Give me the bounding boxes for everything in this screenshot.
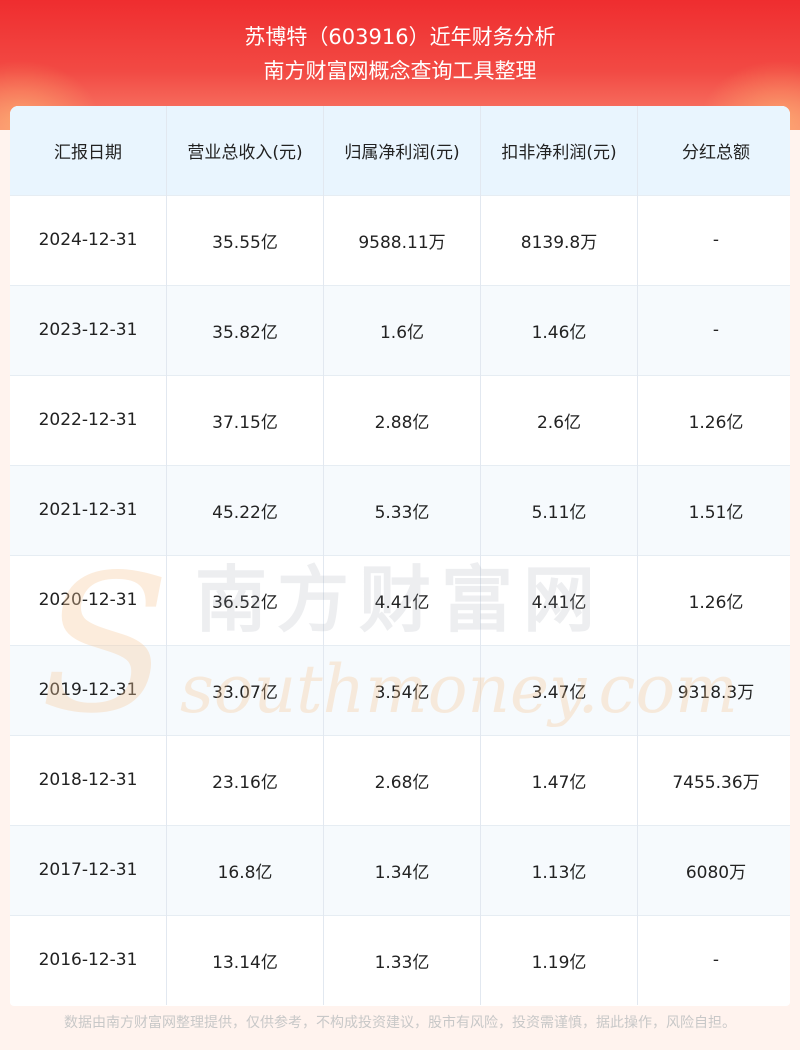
cell-deducted-net-profit: 1.19亿 bbox=[480, 915, 638, 1005]
cell-report-date: 2021-12-31 bbox=[10, 465, 167, 555]
cell-revenue: 35.82亿 bbox=[166, 285, 324, 375]
cell-dividend: 1.51亿 bbox=[688, 502, 744, 523]
cell-dividend: 1.26亿 bbox=[688, 412, 744, 433]
financial-table: 汇报日期 营业总收入(元) 归属净利润(元) 扣非净利润(元) 分红总额 202… bbox=[10, 106, 790, 1005]
cell-deducted-net-profit: 5.11亿 bbox=[480, 465, 638, 555]
cell-dividend: - bbox=[712, 950, 720, 971]
cell-report-date: 2018-12-31 bbox=[10, 735, 167, 825]
cell-revenue: 37.15亿 bbox=[166, 375, 324, 465]
cell-net-profit: 1.34亿 bbox=[323, 825, 481, 915]
cell-deducted-net-profit: 1.47亿 bbox=[480, 735, 638, 825]
table-row: 2024-12-31 35.55亿 9588.11万 8139.8万 - bbox=[10, 195, 790, 285]
cell-dividend: 6080万 bbox=[685, 862, 747, 883]
table-row: 2018-12-31 23.16亿 2.68亿 1.47亿 7455.36万 bbox=[10, 735, 790, 825]
cell-revenue: 33.07亿 bbox=[166, 645, 324, 735]
footer-disclaimer: 数据由南方财富网整理提供，仅供参考，不构成投资建议，股市有风险，投资需谨慎，据此… bbox=[64, 1015, 736, 1031]
table-row: 2021-12-31 45.22亿 5.33亿 5.11亿 1.51亿 bbox=[10, 465, 790, 555]
cell-net-profit: 2.68亿 bbox=[323, 735, 481, 825]
table-row: 2017-12-31 16.8亿 1.34亿 1.13亿 6080万 bbox=[10, 825, 790, 915]
cell-dividend: - bbox=[712, 320, 720, 340]
cell-dividend: 1.26亿 bbox=[688, 592, 744, 613]
cell-revenue: 35.55亿 bbox=[166, 195, 324, 285]
cell-revenue: 23.16亿 bbox=[166, 735, 324, 825]
cell-report-date: 2019-12-31 bbox=[10, 645, 167, 735]
table-row: 2020-12-31 36.52亿 4.41亿 4.41亿 1.26亿 bbox=[10, 555, 790, 645]
cell-dividend: 9318.3万 bbox=[677, 682, 755, 703]
financial-table-card: 汇报日期 营业总收入(元) 归属净利润(元) 扣非净利润(元) 分红总额 202… bbox=[10, 106, 790, 1006]
cell-deducted-net-profit: 1.46亿 bbox=[480, 285, 638, 375]
column-header-net-profit: 归属净利润(元) bbox=[323, 106, 481, 195]
cell-deducted-net-profit: 4.41亿 bbox=[480, 555, 638, 645]
page-title: 苏博特（603916）近年财务分析 bbox=[244, 25, 556, 49]
cell-dividend: 7455.36万 bbox=[672, 772, 760, 793]
column-header-deducted-net-profit: 扣非净利润(元) bbox=[480, 106, 638, 195]
page-subtitle: 南方财富网概念查询工具整理 bbox=[263, 59, 537, 83]
cell-deducted-net-profit: 2.6亿 bbox=[480, 375, 638, 465]
table-row: 2019-12-31 33.07亿 3.54亿 3.47亿 9318.3万 bbox=[10, 645, 790, 735]
cell-net-profit: 3.54亿 bbox=[323, 645, 481, 735]
table-header-row: 汇报日期 营业总收入(元) 归属净利润(元) 扣非净利润(元) 分红总额 bbox=[10, 106, 790, 195]
cell-report-date: 2017-12-31 bbox=[10, 825, 167, 915]
cell-report-date: 2024-12-31 bbox=[10, 195, 167, 285]
cell-net-profit: 1.6亿 bbox=[323, 285, 481, 375]
table-row: 2023-12-31 35.82亿 1.6亿 1.46亿 - bbox=[10, 285, 790, 375]
cell-revenue: 13.14亿 bbox=[166, 915, 324, 1005]
column-header-revenue: 营业总收入(元) bbox=[166, 106, 324, 195]
cell-net-profit: 5.33亿 bbox=[323, 465, 481, 555]
cell-deducted-net-profit: 1.13亿 bbox=[480, 825, 638, 915]
cell-net-profit: 1.33亿 bbox=[323, 915, 481, 1005]
cell-report-date: 2016-12-31 bbox=[10, 915, 167, 1005]
cell-report-date: 2022-12-31 bbox=[10, 375, 167, 465]
column-header-dividend: 分红总额 bbox=[682, 142, 750, 163]
column-header-report-date: 汇报日期 bbox=[10, 106, 167, 195]
cell-dividend: - bbox=[712, 230, 720, 250]
cell-report-date: 2023-12-31 bbox=[10, 285, 167, 375]
cell-report-date: 2020-12-31 bbox=[10, 555, 167, 645]
cell-deducted-net-profit: 8139.8万 bbox=[480, 195, 638, 285]
table-row: 2016-12-31 13.14亿 1.33亿 1.19亿 - bbox=[10, 915, 790, 1005]
table-row: 2022-12-31 37.15亿 2.88亿 2.6亿 1.26亿 bbox=[10, 375, 790, 465]
cell-revenue: 45.22亿 bbox=[166, 465, 324, 555]
cell-revenue: 36.52亿 bbox=[166, 555, 324, 645]
cell-revenue: 16.8亿 bbox=[166, 825, 324, 915]
cell-net-profit: 2.88亿 bbox=[323, 375, 481, 465]
cell-net-profit: 4.41亿 bbox=[323, 555, 481, 645]
cell-deducted-net-profit: 3.47亿 bbox=[480, 645, 638, 735]
cell-net-profit: 9588.11万 bbox=[323, 195, 481, 285]
